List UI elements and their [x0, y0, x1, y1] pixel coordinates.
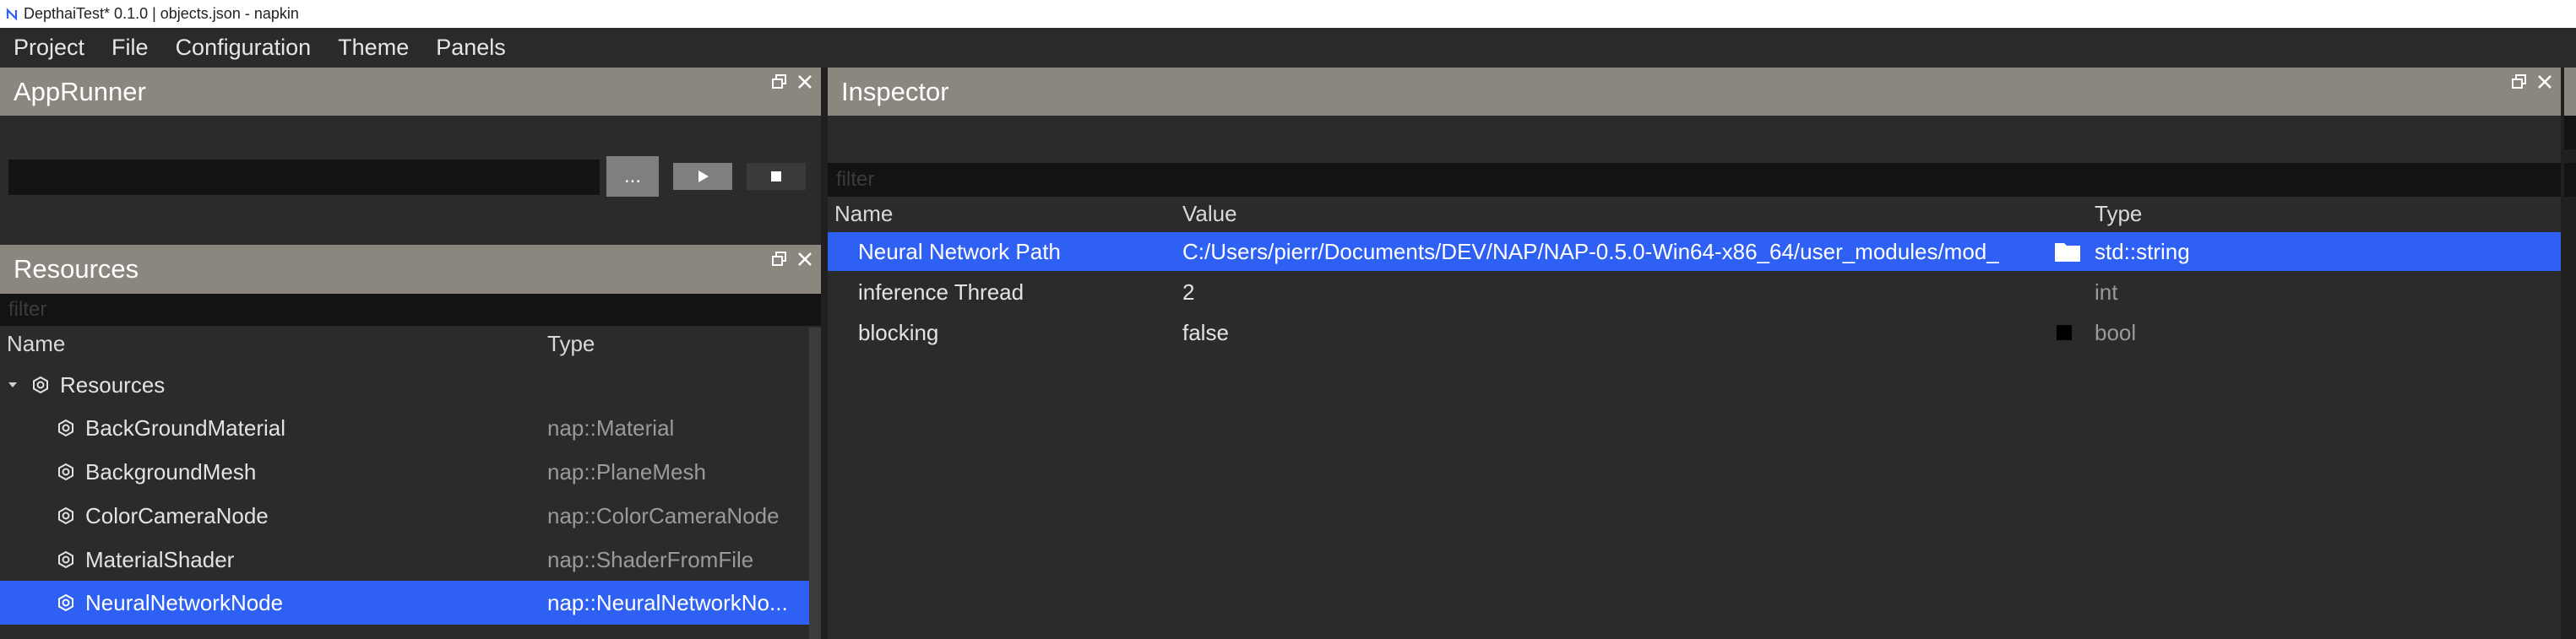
apprunner-title: AppRunner [14, 76, 146, 106]
resource-type: nap::NeuralNetworkNo... [547, 589, 788, 615]
resource-icon [58, 593, 73, 612]
list-item[interactable]: ColorCameraNode nap::ColorCameraNode [0, 494, 809, 538]
resource-icon [33, 376, 48, 394]
property-name: blocking [858, 319, 939, 345]
menu-file[interactable]: File [111, 35, 149, 61]
resource-icon [58, 506, 73, 525]
play-button[interactable] [673, 163, 732, 190]
property-type: std::string [2095, 238, 2190, 264]
resource-name: BackGroundMaterial [85, 414, 285, 441]
stop-icon [771, 171, 781, 181]
resource-icon [58, 419, 73, 437]
inspector-header: Inspector [828, 68, 2561, 116]
list-item-selected[interactable]: NeuralNetworkNode nap::NeuralNetworkNo..… [0, 581, 809, 625]
menu-theme[interactable]: Theme [338, 35, 409, 61]
property-value-field[interactable]: 2 [1182, 279, 1194, 306]
play-icon [698, 171, 709, 182]
resources-title: Resources [14, 254, 139, 284]
app-path-input[interactable] [8, 160, 600, 195]
list-item[interactable]: BackGroundMaterial nap::Material [0, 406, 809, 450]
inspector-title: Inspector [841, 76, 949, 106]
resource-type: nap::PlaneMesh [547, 458, 706, 485]
resource-name: NeuralNetworkNode [85, 589, 284, 615]
browse-button[interactable]: ... [606, 156, 659, 197]
property-value-field: false [1182, 319, 1229, 345]
right-edge-panel-header [2564, 68, 2576, 116]
resource-name: BackgroundMesh [85, 458, 257, 485]
property-value-field[interactable]: C:/Users/pierr/Documents/DEV/NAP/NAP-0.5… [1182, 239, 1999, 265]
resource-type: nap::ShaderFromFile [547, 546, 754, 572]
tree-root-resources[interactable]: Resources [0, 363, 809, 407]
close-icon[interactable] [2535, 73, 2554, 91]
resources-filter-input[interactable]: filter [0, 294, 821, 326]
property-type: bool [2095, 319, 2137, 345]
inspector-col-value: Value [1182, 201, 1237, 226]
property-name: inference Thread [858, 279, 1024, 305]
right-edge-panel-segment [2564, 163, 2576, 197]
property-row-selected[interactable]: Neural Network Path C:/Users/pierr/Docum… [828, 232, 2561, 271]
resources-col-name: Name [7, 331, 66, 356]
inspector-panel: Inspector filter Name Value Type Neural … [828, 68, 2561, 639]
resource-name: MaterialShader [85, 546, 235, 572]
panel-divider[interactable] [821, 68, 828, 639]
resources-col-type: Type [547, 331, 595, 356]
expand-arrow-icon[interactable] [7, 379, 19, 391]
menu-bar: Project File Configuration Theme Panels [0, 28, 2576, 68]
apprunner-panel: AppRunner ... •••••• [0, 68, 821, 315]
float-panel-icon[interactable] [2510, 73, 2529, 91]
resources-scrollbar-thumb[interactable] [809, 328, 821, 639]
menu-panels[interactable]: Panels [436, 35, 506, 61]
menu-project[interactable]: Project [14, 35, 84, 61]
resource-type: nap::Material [547, 414, 675, 441]
resource-icon [58, 463, 73, 481]
window-title-bar: DepthaiTest* 0.1.0 | objects.json - napk… [0, 0, 2576, 28]
tree-root-label: Resources [60, 371, 166, 398]
right-edge-panel [2561, 68, 2576, 639]
resource-name: ColorCameraNode [85, 502, 269, 528]
property-name: Neural Network Path [858, 238, 1061, 264]
stop-button[interactable] [747, 163, 806, 190]
apprunner-header: AppRunner [0, 68, 821, 116]
inspector-col-type: Type [2095, 201, 2143, 226]
property-row[interactable]: inference Thread 2 int [828, 273, 2561, 311]
blocking-checkbox[interactable] [2057, 325, 2072, 340]
resource-type: nap::ColorCameraNode [547, 502, 780, 528]
menu-configuration[interactable]: Configuration [176, 35, 312, 61]
property-row[interactable]: blocking false bool [828, 313, 2561, 352]
resources-scrollbar[interactable] [809, 328, 821, 639]
right-edge-panel-segment [2564, 116, 2576, 149]
resources-panel: Resources filter Name Type Resources Bac… [0, 245, 821, 639]
resource-icon [58, 550, 73, 569]
float-panel-icon[interactable] [770, 73, 789, 91]
resources-header: Resources [0, 245, 821, 294]
float-panel-icon[interactable] [770, 250, 789, 268]
folder-icon[interactable] [2054, 241, 2081, 263]
list-item[interactable]: BackgroundMesh nap::PlaneMesh [0, 450, 809, 494]
window-title: DepthaiTest* 0.1.0 | objects.json - napk… [24, 5, 299, 22]
close-icon[interactable] [796, 250, 814, 268]
napkin-logo-icon [6, 7, 18, 21]
close-icon[interactable] [796, 73, 814, 91]
list-item[interactable]: MaterialShader nap::ShaderFromFile [0, 538, 809, 582]
property-type: int [2095, 279, 2118, 305]
inspector-filter-input[interactable]: filter [828, 163, 2561, 197]
inspector-col-name: Name [834, 201, 894, 226]
